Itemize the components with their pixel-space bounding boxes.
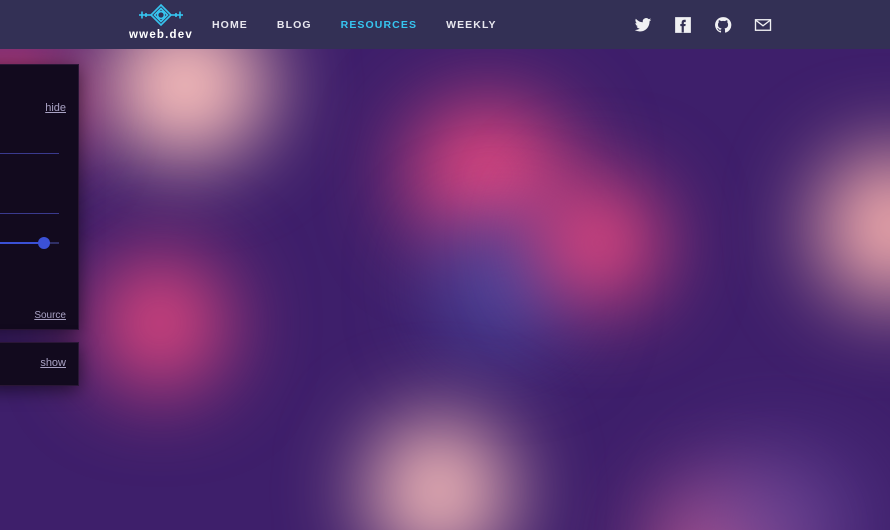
demo-panel-expanded: Demo 2 Demo 3 hide : s Source xyxy=(0,64,79,330)
blob-right-edge-peach xyxy=(818,152,890,302)
range-slider[interactable] xyxy=(0,213,59,273)
demo-panel-stack: Demo 2 Demo 3 hide : s Source show xyxy=(0,64,79,386)
main-navigation: HOME BLOG RESOURCES WEEKLY xyxy=(212,0,497,49)
page-stage: wweb.dev HOME BLOG RESOURCES WEEKLY hide… xyxy=(0,0,890,530)
nav-resources[interactable]: RESOURCES xyxy=(341,19,417,31)
blob-bottom-right-faint xyxy=(690,455,865,530)
panel-footer: s Source xyxy=(0,310,78,321)
show-link[interactable]: show xyxy=(40,357,66,369)
blob-bottom-peach xyxy=(368,420,510,530)
nav-blog[interactable]: BLOG xyxy=(277,19,312,31)
social-links xyxy=(634,0,772,49)
slider-knob[interactable] xyxy=(38,237,50,249)
blob-left-pink xyxy=(95,258,225,388)
demo-panel-collapsed: show xyxy=(0,342,79,386)
twitter-icon[interactable] xyxy=(634,16,652,34)
source-link[interactable]: Source xyxy=(34,310,66,321)
facebook-icon[interactable] xyxy=(674,16,692,34)
site-header: wweb.dev HOME BLOG RESOURCES WEEKLY xyxy=(0,0,890,49)
github-icon[interactable] xyxy=(714,16,732,34)
demo-tabs: Demo 2 Demo 3 xyxy=(0,65,78,86)
hide-link[interactable]: hide xyxy=(45,102,66,114)
hexagon-node-logo-icon xyxy=(139,3,183,27)
panel-divider-top xyxy=(0,153,59,154)
email-icon[interactable] xyxy=(754,16,772,34)
background-blob-field xyxy=(0,0,890,530)
brand-logo[interactable]: wweb.dev xyxy=(115,2,207,41)
nav-home[interactable]: HOME xyxy=(212,19,248,31)
nav-weekly[interactable]: WEEKLY xyxy=(446,19,497,31)
brand-name: wweb.dev xyxy=(129,29,193,41)
blob-mid-right-pink xyxy=(538,182,660,304)
